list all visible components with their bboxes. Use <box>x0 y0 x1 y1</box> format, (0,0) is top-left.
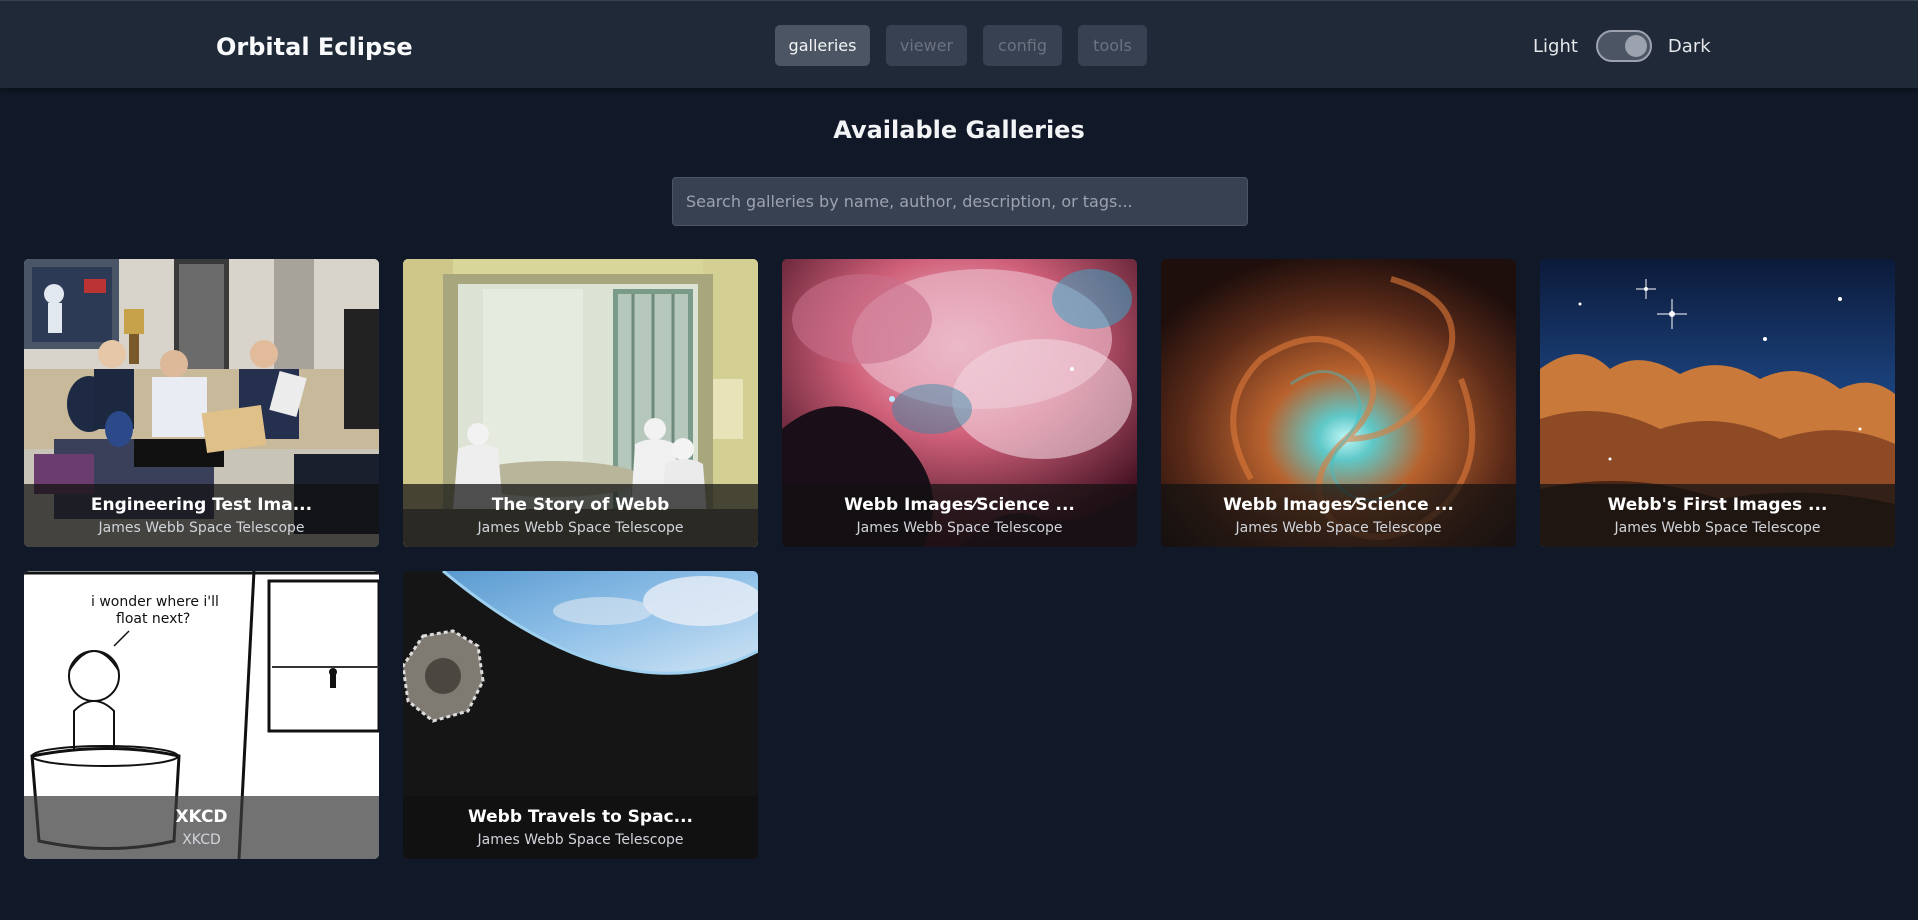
nav-config-button[interactable]: config <box>983 25 1062 66</box>
gallery-card-engineering-test-images[interactable]: Engineering Test Ima... James Webb Space… <box>24 259 379 547</box>
gallery-card-author: XKCD <box>182 832 221 848</box>
gallery-card-title: Webb Images⁄Science ... <box>1223 495 1454 515</box>
nav-viewer-button[interactable]: viewer <box>886 25 967 66</box>
gallery-card-caption: The Story of Webb James Webb Space Teles… <box>403 484 758 547</box>
page-title: Available Galleries <box>833 116 1085 144</box>
top-navigation-bar: Orbital Eclipse galleries viewer config … <box>0 0 1918 89</box>
theme-toggle-knob <box>1624 35 1647 57</box>
main-nav: galleries viewer config tools <box>775 25 1147 66</box>
gallery-card-caption: Webb Images⁄Science ... James Webb Space… <box>1161 484 1516 547</box>
gallery-search-input[interactable] <box>672 177 1248 226</box>
gallery-card-title: The Story of Webb <box>491 495 670 515</box>
gallery-card-title: Webb Travels to Spac... <box>467 807 694 827</box>
gallery-card-caption: Engineering Test Ima... James Webb Space… <box>24 484 379 547</box>
svg-text:i wonder where i'll: i wonder where i'll <box>91 594 219 610</box>
gallery-card-webbs-first-images[interactable]: Webb's First Images ... James Webb Space… <box>1540 259 1895 547</box>
gallery-card-story-of-webb[interactable]: The Story of Webb James Webb Space Teles… <box>403 259 758 547</box>
gallery-card-title: Webb's First Images ... <box>1607 495 1828 515</box>
gallery-card-xkcd[interactable]: i wonder where i'll float next? XKCD XKC… <box>24 571 379 859</box>
gallery-card-caption: Webb Images⁄Science ... James Webb Space… <box>782 484 1137 547</box>
theme-light-label: Light <box>1533 35 1578 57</box>
gallery-card-title: Webb Images⁄Science ... <box>844 495 1075 515</box>
nav-tools-button[interactable]: tools <box>1078 25 1147 66</box>
gallery-card-caption: XKCD XKCD <box>24 796 379 859</box>
gallery-card-title: Engineering Test Ima... <box>90 495 313 515</box>
gallery-card-webb-travels-to-space[interactable]: Webb Travels to Spac... James Webb Space… <box>403 571 758 859</box>
gallery-card-title: XKCD <box>175 807 228 827</box>
gallery-card-author: James Webb Space Telescope <box>1235 520 1442 536</box>
theme-dark-label: Dark <box>1667 35 1711 57</box>
gallery-card-author: James Webb Space Telescope <box>98 520 305 536</box>
nav-galleries-button[interactable]: galleries <box>775 25 870 66</box>
gallery-card-caption: Webb's First Images ... James Webb Space… <box>1540 484 1895 547</box>
svg-text:float next?: float next? <box>116 611 190 627</box>
theme-toggle-switch[interactable] <box>1595 30 1652 62</box>
gallery-card-author: James Webb Space Telescope <box>856 520 1063 536</box>
gallery-card-author: James Webb Space Telescope <box>1614 520 1821 536</box>
gallery-card-author: James Webb Space Telescope <box>477 520 684 536</box>
gallery-card-author: James Webb Space Telescope <box>477 832 684 848</box>
theme-switcher: Light Dark <box>1533 30 1711 62</box>
gallery-card-webb-images-science-1[interactable]: Webb Images⁄Science ... James Webb Space… <box>782 259 1137 547</box>
gallery-card-caption: Webb Travels to Spac... James Webb Space… <box>403 796 758 859</box>
app-brand-title: Orbital Eclipse <box>216 33 413 61</box>
gallery-card-webb-images-science-2[interactable]: Webb Images⁄Science ... James Webb Space… <box>1161 259 1516 547</box>
